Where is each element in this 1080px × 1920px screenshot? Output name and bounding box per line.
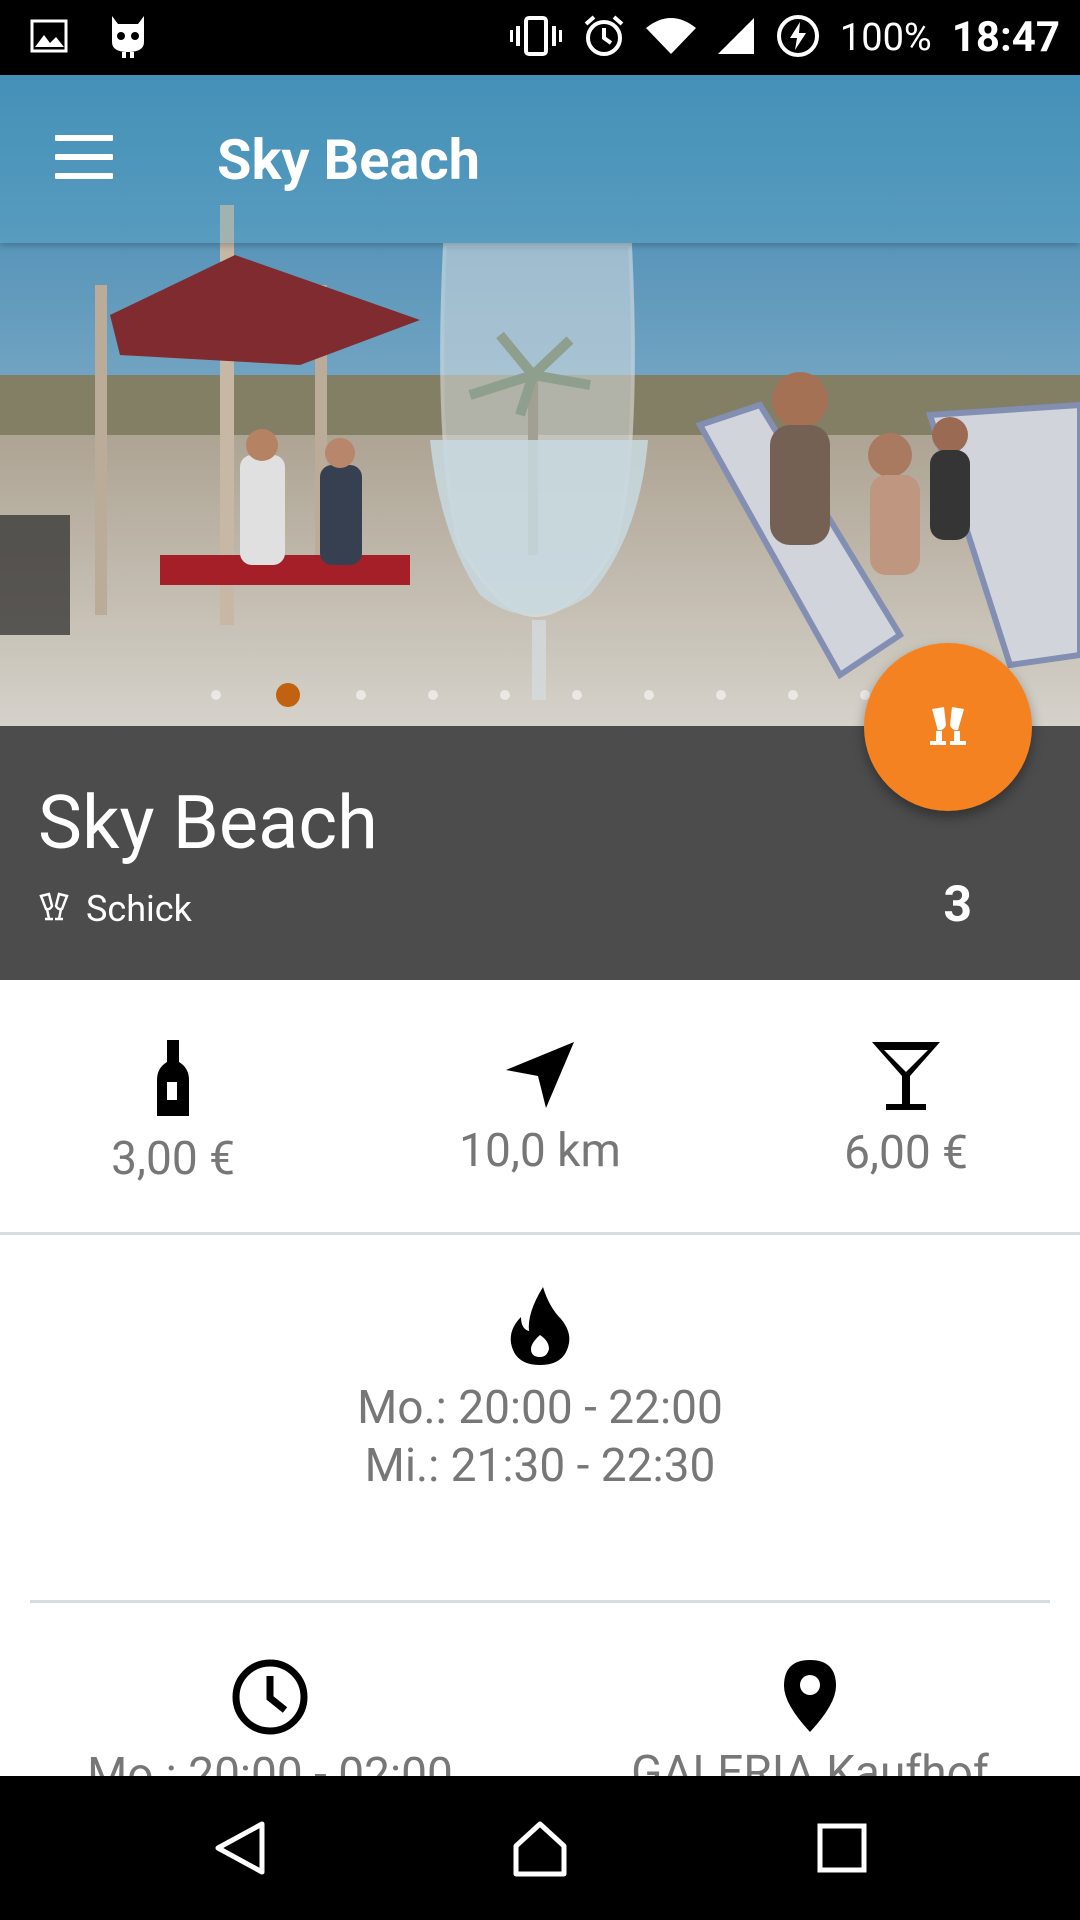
status-bar: 100% 18:47 <box>0 0 1080 75</box>
home-button[interactable] <box>510 1818 570 1878</box>
opening-hours-value: Mo.: 20:00 - 02:00 <box>87 1748 453 1776</box>
happy-hour-line: Mo.: 20:00 - 22:00 <box>357 1381 723 1435</box>
carousel-dot[interactable] <box>572 690 582 700</box>
clock: 18:47 <box>951 13 1060 62</box>
venue-title: Sky Beach <box>38 780 378 867</box>
menu-button[interactable] <box>55 135 113 180</box>
venue-category-label: Schick <box>86 888 192 930</box>
venue-count: 3 <box>943 876 972 934</box>
venue-category: Schick <box>38 888 192 930</box>
happy-hour-line: Mi.: 21:30 - 22:30 <box>364 1439 716 1493</box>
carousel-dot[interactable] <box>716 690 726 700</box>
app-bar: Sky Beach <box>0 75 1080 243</box>
menu-icon-line <box>55 154 113 160</box>
cocktail-price: 6,00 € <box>756 1040 1056 1180</box>
carousel-dot[interactable] <box>211 690 221 700</box>
app-bar-title: Sky Beach <box>217 127 480 193</box>
location[interactable]: GALERIA Kaufhof <box>560 1658 1060 1776</box>
opening-hours: Mo.: 20:00 - 02:00 <box>20 1658 520 1776</box>
recents-button[interactable] <box>812 1818 872 1878</box>
navigation-bar <box>0 1776 1080 1920</box>
distance: 10,0 km <box>390 1040 690 1178</box>
carousel-dot-active[interactable] <box>276 683 300 707</box>
menu-icon-line <box>55 135 113 141</box>
vibrate-icon <box>509 15 562 60</box>
cheers-icon <box>38 892 70 926</box>
carousel-dot[interactable] <box>644 690 654 700</box>
menu-icon-line <box>55 173 113 179</box>
location-value: GALERIA Kaufhof <box>631 1746 989 1776</box>
bottle-icon <box>153 1040 193 1122</box>
signal-icon <box>716 16 756 60</box>
beer-price-value: 3,00 € <box>111 1132 235 1186</box>
gallery-icon <box>30 19 68 57</box>
flame-icon <box>0 1285 1080 1371</box>
battery-percentage: 100% <box>839 15 932 60</box>
details-row: Mo.: 20:00 - 02:00 GALERIA Kaufhof <box>0 1603 1080 1776</box>
carousel-dot[interactable] <box>500 690 510 700</box>
clock-icon <box>231 1659 309 1740</box>
battery-charging-icon <box>776 14 820 62</box>
cheers-icon <box>924 701 972 753</box>
alarm-icon <box>582 14 626 62</box>
beer-price: 3,00 € <box>23 1040 323 1186</box>
back-button[interactable] <box>210 1818 270 1878</box>
carousel-dot[interactable] <box>428 690 438 700</box>
wifi-icon <box>645 16 696 60</box>
price-row: 3,00 € 10,0 km 6,00 € <box>0 980 1080 1232</box>
location-pin-icon <box>782 1660 838 1738</box>
cocktail-price-value: 6,00 € <box>844 1126 968 1180</box>
cheers-fab[interactable] <box>864 643 1032 811</box>
carousel-dot[interactable] <box>788 690 798 700</box>
cyanogen-icon <box>108 14 148 62</box>
distance-value: 10,0 km <box>459 1124 621 1178</box>
happy-hour-section: Mo.: 20:00 - 22:00 Mi.: 21:30 - 22:30 <box>0 1235 1080 1600</box>
cocktail-glass-icon <box>870 1042 942 1116</box>
carousel-dot[interactable] <box>356 690 366 700</box>
navigation-arrow-icon <box>504 1042 576 1114</box>
